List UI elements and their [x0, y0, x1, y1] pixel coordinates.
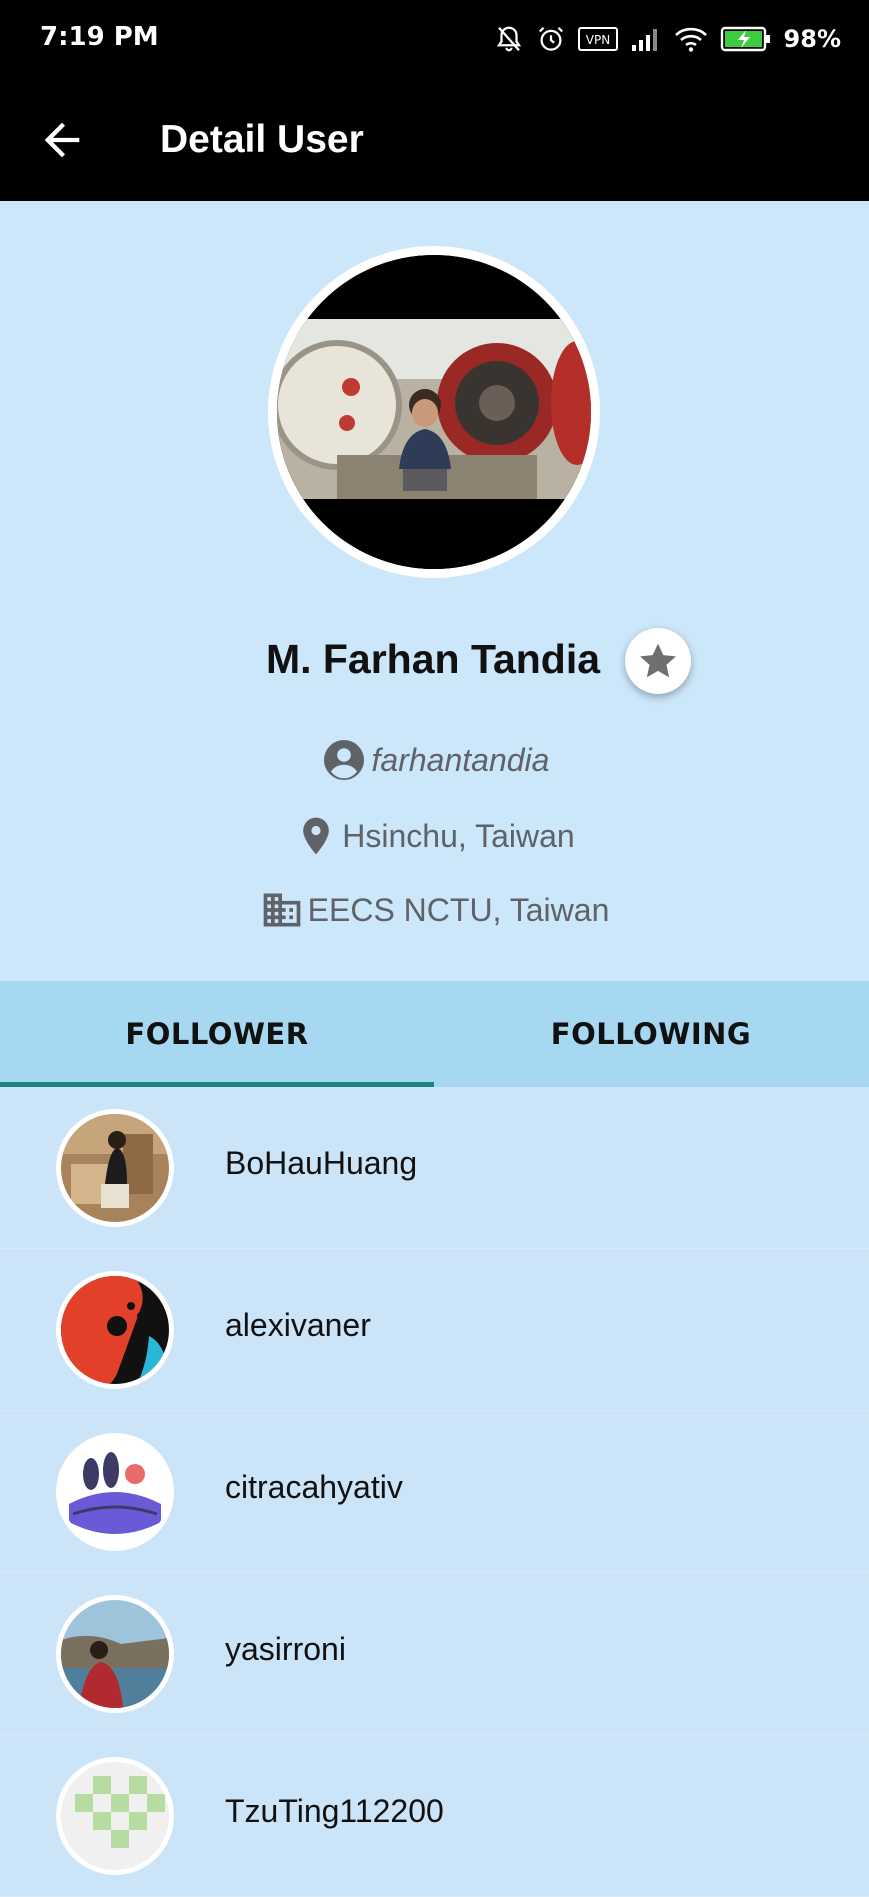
list-item[interactable]: TzuTing112200 [0, 1735, 869, 1897]
list-item[interactable]: BoHauHuang [0, 1087, 869, 1249]
arrow-left-icon [44, 122, 80, 158]
company-row: EECS NCTU, Taiwan [0, 888, 869, 932]
username-text: farhantandia [371, 741, 550, 778]
follower-login: BoHauHuang [225, 1145, 418, 1181]
profile-avatar-image [277, 255, 591, 569]
favorite-button[interactable] [625, 628, 691, 694]
vpn-label: VPN [585, 33, 609, 47]
location-row: Hsinchu, Taiwan [0, 812, 869, 860]
location-pin-icon [303, 817, 330, 855]
avatar [56, 1595, 174, 1713]
wifi-icon [674, 27, 707, 52]
username-row: farhantandia [0, 736, 869, 784]
avatar [56, 1433, 174, 1551]
star-icon [640, 643, 676, 678]
company-text: EECS NCTU, Taiwan [307, 891, 610, 928]
account-circle-icon [323, 740, 364, 780]
battery-charging-icon [720, 26, 770, 52]
avatar [56, 1757, 174, 1875]
back-button[interactable] [36, 114, 88, 166]
list-item[interactable]: alexivaner [0, 1249, 869, 1411]
vpn-icon: VPN [577, 27, 618, 51]
follower-list: BoHauHuang alexivaner citracahyativ yasi… [0, 1087, 869, 1897]
location-text: Hsinchu, Taiwan [342, 817, 575, 854]
app-bar: Detail User [0, 78, 869, 201]
user-full-name: M. Farhan Tandia [265, 636, 601, 682]
follower-login: citracahyativ [225, 1469, 403, 1505]
list-item[interactable]: citracahyativ [0, 1411, 869, 1573]
tab-following[interactable]: FOLLOWING [434, 981, 868, 1087]
follower-login: yasirroni [225, 1631, 346, 1667]
follower-login: alexivaner [225, 1307, 371, 1343]
tab-bar: FOLLOWER FOLLOWING [0, 981, 869, 1087]
status-icons: VPN 98% [494, 20, 841, 58]
avatar [56, 1271, 174, 1389]
page-title: Detail User [160, 118, 364, 161]
battery-percent: 98% [783, 25, 841, 53]
list-item[interactable]: yasirroni [0, 1573, 869, 1735]
status-bar: 7:19 PM VPN 98% [0, 0, 869, 78]
signal-icon [631, 29, 657, 51]
building-icon [263, 893, 300, 927]
avatar [56, 1109, 174, 1227]
bell-off-icon [496, 26, 521, 52]
status-time: 7:19 PM [40, 22, 159, 52]
follower-login: TzuTing112200 [225, 1793, 444, 1829]
profile-avatar [268, 246, 600, 578]
tab-follower[interactable]: FOLLOWER [0, 981, 434, 1087]
alarm-icon [538, 26, 563, 51]
